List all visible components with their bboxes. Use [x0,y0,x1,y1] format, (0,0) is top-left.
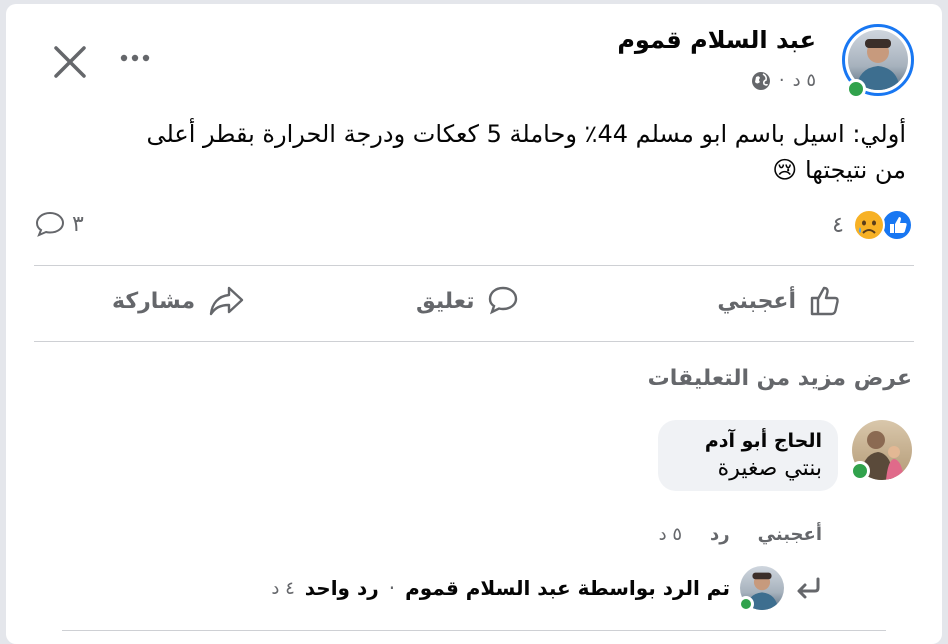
comment-text: بنتي صغيرة [717,456,822,481]
more-options-button[interactable] [116,48,156,68]
comment-bubble: الحاج أبو آدم بنتي صغيرة [658,420,838,491]
more-horizontal-icon [120,54,150,62]
globe-icon [751,71,770,90]
divider-top [34,265,914,266]
reactions-summary[interactable]: ٤ [832,208,914,242]
reply-summary-text: تم الرد بواسطة عبد السلام قموم [405,576,730,600]
comment-button[interactable]: تعليق [416,284,520,318]
comment-like-button[interactable]: أعجبني [758,524,822,545]
share-button[interactable]: مشاركة [112,284,245,318]
reply-author-online-indicator [738,596,754,612]
comment-actions: أعجبني رد ٥ د [659,524,822,545]
reply-arrow-icon [797,577,820,599]
comments-count-link[interactable]: ٣ [34,210,84,238]
divider-bottom [34,341,914,342]
reactions-count: ٤ [832,212,844,238]
post-author-name[interactable]: عبد السلام قموم [617,26,816,54]
share-label: مشاركة [112,288,196,314]
share-arrow-icon [209,286,244,316]
meta-separator: · [778,70,785,91]
comment-reply-button[interactable]: رد [710,524,730,545]
comment-label: تعليق [416,288,475,314]
comments-count: ٣ [72,211,84,237]
close-button[interactable] [50,42,90,82]
thumbs-up-icon [810,286,839,316]
reply-author-avatar-wrap [738,566,784,612]
reply-time: ٤ د [271,577,295,599]
online-indicator [846,79,866,99]
reply-summary[interactable]: تم الرد بواسطة عبد السلام قموم · رد واحد… [271,566,822,612]
reply-count: رد واحد [304,576,379,600]
post-meta: ٥ د · [751,70,816,91]
post-text-line-1: أولي: اسيل باسم ابو مسلم 44٪ وحاملة 5 كع… [146,120,906,148]
close-icon [54,46,86,78]
like-button[interactable]: أعجبني [717,284,842,318]
post-time[interactable]: ٥ د [793,70,816,91]
like-label: أعجبني [717,288,796,314]
comment-bubble-icon [35,211,65,237]
view-more-comments-link[interactable]: عرض مزيد من التعليقات [648,366,912,391]
sad-reaction-icon [853,209,885,241]
crying-emoji: 😢 [772,156,798,184]
commenter-online-indicator [850,461,870,481]
post-text-line-2: من نتيجتها [804,156,906,184]
reply-summary-dot: · [388,576,396,600]
comment-author[interactable]: الحاج أبو آدم [674,430,822,452]
post-text-line-2-wrap: من نتيجتها 😢 [66,152,906,188]
divider-footer [62,630,886,631]
comment-time[interactable]: ٥ د [659,524,682,545]
post-text: أولي: اسيل باسم ابو مسلم 44٪ وحاملة 5 كع… [66,116,906,188]
post-card: عبد السلام قموم ٥ د · أولي: اسيل باسم اب… [6,4,942,644]
comment-icon [489,286,518,315]
